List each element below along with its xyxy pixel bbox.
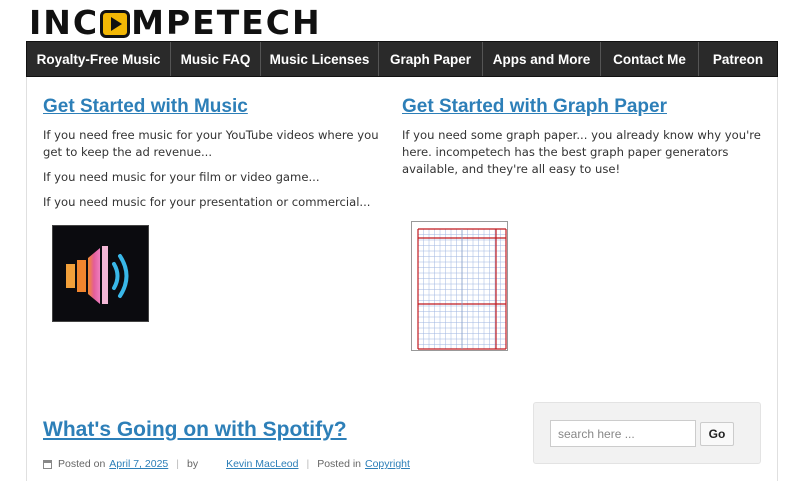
by-label: by — [187, 458, 199, 470]
logo-text-left: INC — [29, 3, 100, 42]
nav-item-graph-paper[interactable]: Graph Paper — [379, 42, 483, 76]
music-para-presentation: If you need music for your presentation … — [43, 195, 371, 209]
meta-divider: | — [176, 458, 179, 470]
graph-section: Get Started with Graph Paper If you need… — [402, 96, 762, 178]
meta-divider: | — [306, 458, 310, 470]
nav-item-music-licenses[interactable]: Music Licenses — [261, 42, 379, 76]
search-go-button[interactable]: Go — [700, 422, 734, 446]
posted-in-label: Posted in — [317, 458, 361, 470]
graph-heading-link[interactable]: Get Started with Graph Paper — [402, 96, 762, 118]
search-input[interactable] — [550, 420, 696, 447]
music-para-film: If you need music for your film or video… — [43, 170, 320, 184]
graph-paper-icon — [417, 228, 507, 350]
music-section: Get Started with Music If you need free … — [43, 96, 388, 211]
music-image-link[interactable] — [52, 225, 149, 322]
post-date-link[interactable]: April 7, 2025 — [109, 458, 168, 470]
main-content: Get Started with Music If you need free … — [26, 77, 778, 481]
graph-para: If you need some graph paper... you alre… — [402, 128, 761, 176]
nav-item-royalty-free-music[interactable]: Royalty-Free Music — [27, 42, 171, 76]
nav-item-music-faq[interactable]: Music FAQ — [171, 42, 261, 76]
nav-item-patreon[interactable]: Patreon — [699, 42, 777, 76]
main-nav: Royalty-Free Music Music FAQ Music Licen… — [26, 41, 778, 77]
logo-text-right: MPETECH — [131, 3, 322, 42]
nav-item-apps-and-more[interactable]: Apps and More — [483, 42, 601, 76]
search-widget: Go — [533, 402, 761, 464]
post-category-link[interactable]: Copyright — [365, 458, 410, 470]
post-author-link[interactable]: Kevin MacLeod — [226, 458, 298, 470]
nav-item-contact-me[interactable]: Contact Me — [601, 42, 699, 76]
posted-on-label: Posted on — [58, 458, 106, 470]
music-heading-link[interactable]: Get Started with Music — [43, 96, 388, 118]
site-logo[interactable]: INC MPETECH — [29, 6, 322, 40]
graph-image-link[interactable] — [411, 221, 508, 351]
music-para-youtube: If you need free music for your YouTube … — [43, 128, 379, 159]
calendar-icon — [43, 459, 52, 469]
post-title-link[interactable]: What's Going on with Spotify? — [43, 418, 347, 442]
speaker-icon — [66, 246, 129, 304]
post-meta: Posted on April 7, 2025 | by Kevin MacLe… — [43, 458, 410, 470]
play-icon — [100, 10, 131, 38]
